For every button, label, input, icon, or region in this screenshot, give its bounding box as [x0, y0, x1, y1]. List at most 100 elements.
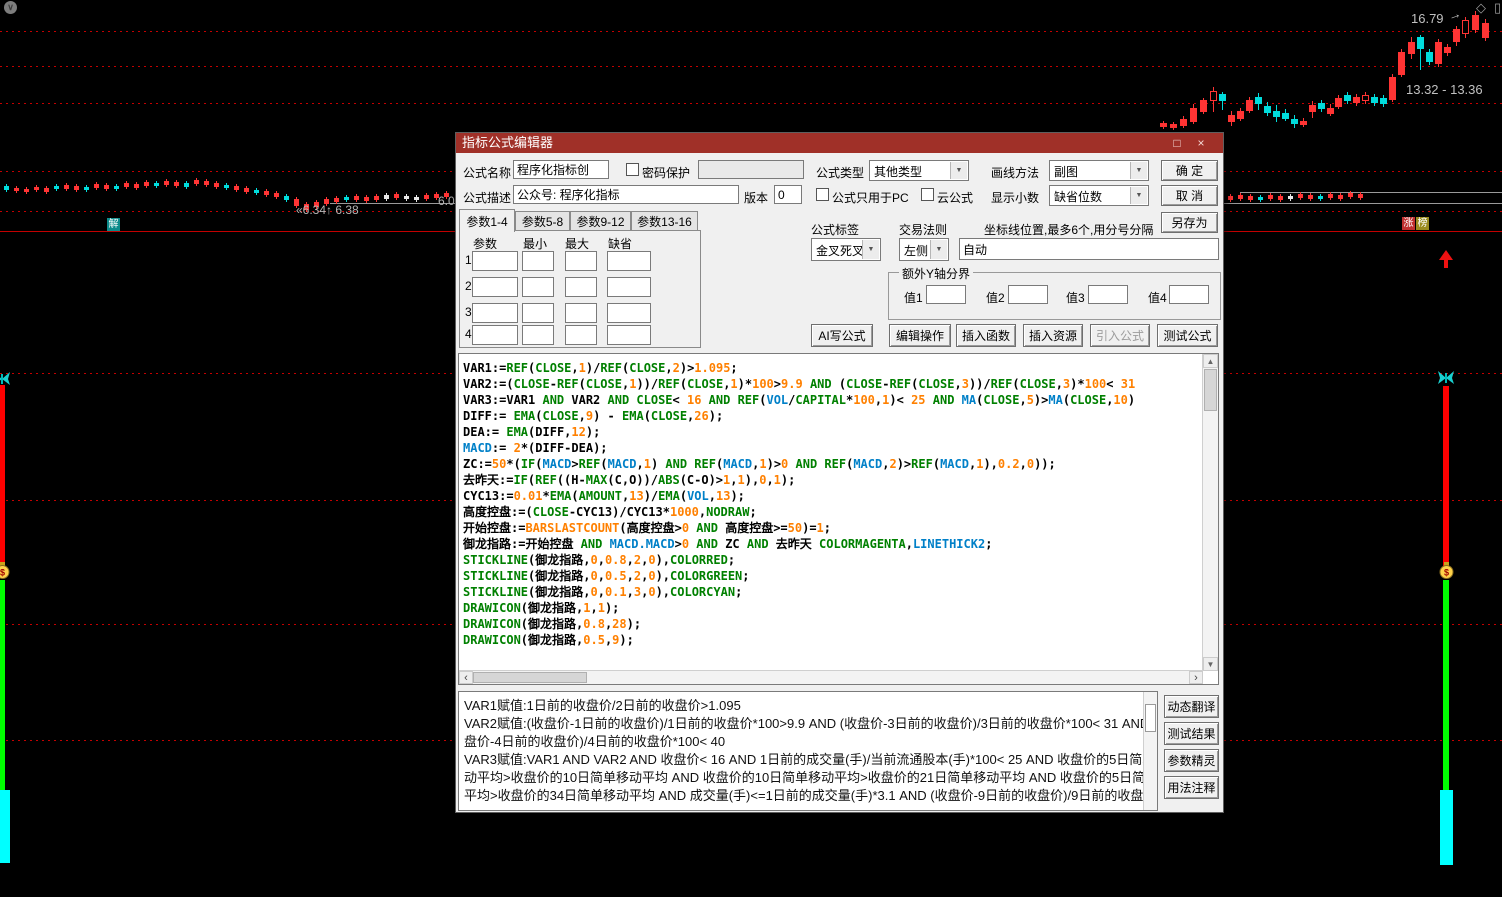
- bang-badge[interactable]: 榜: [1416, 217, 1429, 230]
- close-icon[interactable]: ×: [1193, 135, 1209, 151]
- horizontal-scrollbar[interactable]: ‹ ›: [459, 670, 1203, 684]
- code-lines: VAR1:=REF(CLOSE,1)/REF(CLOSE,2)>1.095; VA…: [463, 361, 1136, 647]
- version-input[interactable]: [774, 185, 802, 204]
- param-min-input[interactable]: [522, 251, 554, 271]
- password-checkbox[interactable]: [626, 163, 639, 176]
- param-default-input[interactable]: [607, 251, 651, 271]
- version-label: 版本: [744, 191, 769, 205]
- formula-editor-dialog: 指标公式编辑器 □ × 公式名称 密码保护 公式类型 其他类型 ▼ 画线方法 副…: [455, 132, 1224, 813]
- tab-params-5-8[interactable]: 参数5-8: [515, 211, 570, 231]
- param-name-input[interactable]: [472, 277, 518, 297]
- param-row: 2: [460, 277, 700, 299]
- value4-label: 值4: [1148, 291, 1167, 305]
- svg-text:$: $: [1444, 568, 1449, 578]
- formula-name-label: 公式名称: [463, 166, 512, 180]
- vertical-scrollbar[interactable]: ▲ ▼: [1202, 354, 1218, 671]
- param-min-input[interactable]: [522, 303, 554, 323]
- tab-params-13-16[interactable]: 参数13-16: [631, 211, 698, 231]
- param-name-input[interactable]: [472, 325, 518, 345]
- value2-label: 值2: [986, 291, 1005, 305]
- vertical-scrollbar[interactable]: [1143, 692, 1157, 810]
- tab-params-1-4[interactable]: 参数1-4: [459, 209, 515, 232]
- scroll-right-icon[interactable]: ›: [1189, 671, 1203, 684]
- ok-button[interactable]: 确 定: [1161, 160, 1218, 181]
- param-name-input[interactable]: [472, 303, 518, 323]
- value3-input[interactable]: [1088, 285, 1128, 304]
- param-max-input[interactable]: [565, 251, 597, 271]
- usage-note-button[interactable]: 用法注释: [1164, 776, 1219, 799]
- tab-params-9-12[interactable]: 参数9-12: [570, 211, 631, 231]
- test-formula-button[interactable]: 测试公式: [1157, 324, 1218, 347]
- trade-rule-select[interactable]: 左侧 ▼: [899, 238, 949, 261]
- price-range-label: 13.32 - 13.36: [1406, 82, 1483, 97]
- price-high-label: 16.79: [1411, 11, 1444, 26]
- scrollbar-thumb[interactable]: [1204, 369, 1217, 411]
- scroll-down-icon[interactable]: ▼: [1203, 657, 1218, 671]
- param-min-input[interactable]: [522, 325, 554, 345]
- test-result-button[interactable]: 测试结果: [1164, 722, 1219, 745]
- chevron-down-icon[interactable]: ▼: [1130, 162, 1147, 179]
- stickline-cyan-bar: [0, 790, 10, 863]
- partial-window-icon[interactable]: ▯: [1494, 0, 1501, 16]
- scroll-left-icon[interactable]: ‹: [459, 671, 473, 684]
- desktop-screen: ∨ ◇ ▯ 16.79 → 13.32 - 13.36 «6.34↑ 6.38 …: [0, 0, 1502, 897]
- coord-line-input[interactable]: [959, 238, 1219, 260]
- ai-write-formula-button[interactable]: AI写公式: [811, 324, 873, 347]
- pc-only-label: 公式只用于PC: [832, 191, 909, 205]
- dynamic-translate-button[interactable]: 动态翻译: [1164, 695, 1219, 718]
- diamond-icon[interactable]: ◇: [1476, 0, 1486, 16]
- jie-badge[interactable]: 解: [107, 218, 120, 231]
- price-cut-label: 6.0: [438, 194, 455, 208]
- scroll-up-icon[interactable]: ▲: [1203, 354, 1218, 368]
- cloud-formula-checkbox[interactable]: [921, 188, 934, 201]
- chevron-down-icon[interactable]: ▼: [950, 162, 967, 179]
- chevron-down-icon[interactable]: ▼: [862, 240, 879, 259]
- param-col-header: 最大: [565, 237, 590, 251]
- formula-tag-select[interactable]: 金叉死叉 ▼: [811, 238, 881, 261]
- param-max-input[interactable]: [565, 325, 597, 345]
- password-input[interactable]: [698, 160, 804, 179]
- extra-y-axis-label: 额外Y轴分界: [899, 265, 974, 282]
- butterfly-icon: [1438, 371, 1454, 384]
- scrollbar-thumb[interactable]: [1145, 704, 1156, 732]
- param-name-input[interactable]: [472, 251, 518, 271]
- price-high-arrow-icon: →: [1445, 5, 1464, 24]
- cancel-button[interactable]: 取 消: [1161, 185, 1218, 206]
- collapse-icon[interactable]: ∨: [4, 1, 17, 14]
- param-max-input[interactable]: [565, 277, 597, 297]
- decimals-select[interactable]: 缺省位数 ▼: [1049, 185, 1149, 206]
- param-default-input[interactable]: [607, 325, 651, 345]
- param-default-input[interactable]: [607, 303, 651, 323]
- param-table: 参数 最小 最大 缺省 1 2 3 4: [459, 230, 701, 348]
- stickline-cyan-bar: [1440, 790, 1453, 865]
- param-max-input[interactable]: [565, 303, 597, 323]
- decimals-label: 显示小数: [991, 191, 1040, 205]
- import-formula-button[interactable]: 引入公式: [1090, 324, 1150, 347]
- param-wizard-button[interactable]: 参数精灵: [1164, 749, 1219, 772]
- formula-name-input[interactable]: [513, 160, 609, 179]
- edit-operations-button[interactable]: 编辑操作: [889, 324, 951, 347]
- coord-line-label: 坐标线位置,最多6个,用分号分隔: [984, 223, 1154, 237]
- maximize-icon[interactable]: □: [1169, 135, 1185, 151]
- dialog-titlebar[interactable]: 指标公式编辑器 □ ×: [456, 133, 1223, 153]
- money-bag-icon: $: [1439, 562, 1454, 579]
- formula-type-select[interactable]: 其他类型 ▼: [869, 160, 969, 181]
- chevron-down-icon[interactable]: ▼: [1130, 187, 1147, 204]
- zhang-badge[interactable]: 涨: [1402, 217, 1415, 230]
- pc-only-checkbox[interactable]: [816, 188, 829, 201]
- value1-input[interactable]: [926, 285, 966, 304]
- formula-desc-label: 公式描述: [463, 191, 512, 205]
- insert-function-button[interactable]: 插入函数: [956, 324, 1016, 347]
- formula-desc-input[interactable]: [513, 185, 739, 204]
- param-default-input[interactable]: [607, 277, 651, 297]
- param-min-input[interactable]: [522, 277, 554, 297]
- chevron-down-icon[interactable]: ▼: [930, 240, 947, 259]
- draw-method-select[interactable]: 副图 ▼: [1049, 160, 1149, 181]
- scrollbar-thumb[interactable]: [473, 672, 587, 683]
- value2-input[interactable]: [1008, 285, 1048, 304]
- value4-input[interactable]: [1169, 285, 1209, 304]
- insert-resource-button[interactable]: 插入资源: [1023, 324, 1083, 347]
- formula-code-editor[interactable]: VAR1:=REF(CLOSE,1)/REF(CLOSE,2)>1.095; VA…: [458, 353, 1219, 685]
- save-as-button[interactable]: 另存为: [1161, 212, 1218, 233]
- price-marker-label: «6.34↑ 6.38: [296, 203, 359, 217]
